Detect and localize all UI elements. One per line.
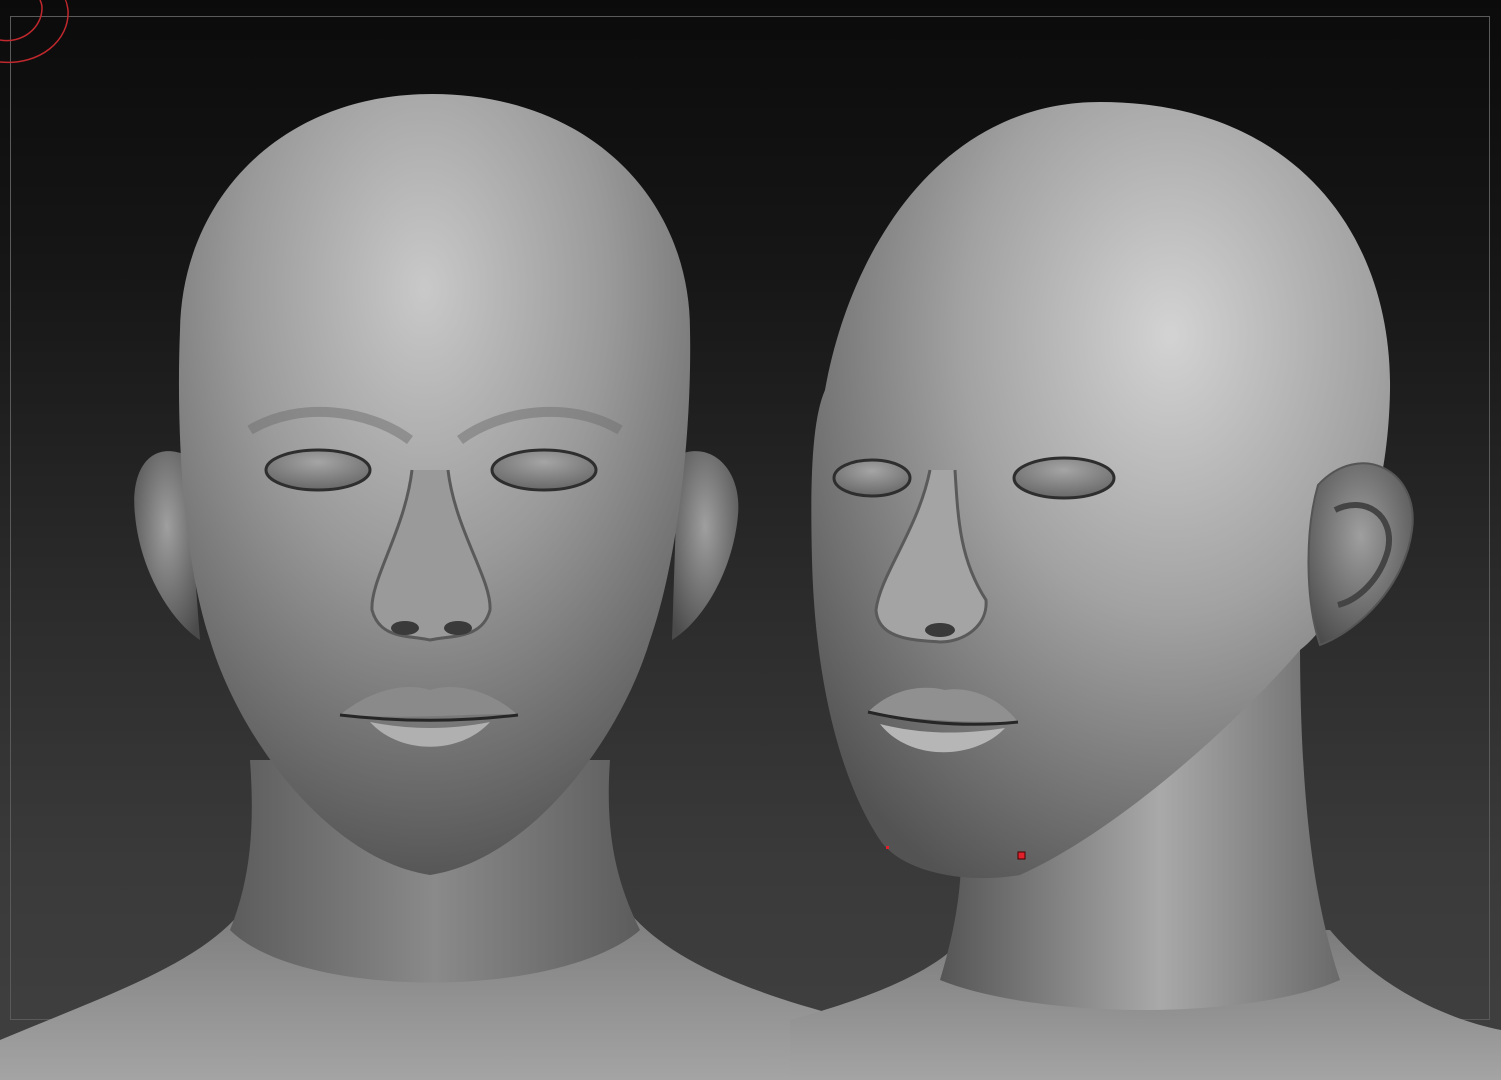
selection-marker-1[interactable] bbox=[1017, 851, 1026, 860]
nostril-side bbox=[925, 623, 955, 637]
sculpt-scene[interactable] bbox=[0, 0, 1501, 1080]
head-three-quarter-model[interactable] bbox=[790, 102, 1501, 1080]
eye-left-front bbox=[264, 448, 372, 492]
selection-marker-2[interactable] bbox=[886, 846, 889, 849]
viewport-canvas[interactable] bbox=[0, 0, 1501, 1080]
nostril-left-front bbox=[391, 621, 419, 635]
nostril-right-front bbox=[444, 621, 472, 635]
head-front-model[interactable] bbox=[0, 94, 900, 1080]
eye-left-side bbox=[832, 458, 912, 498]
eye-right-front bbox=[490, 448, 598, 492]
eye-right-side bbox=[1012, 456, 1116, 500]
orbit-navigator-icon[interactable] bbox=[0, 0, 69, 64]
ear-side bbox=[1307, 462, 1414, 647]
